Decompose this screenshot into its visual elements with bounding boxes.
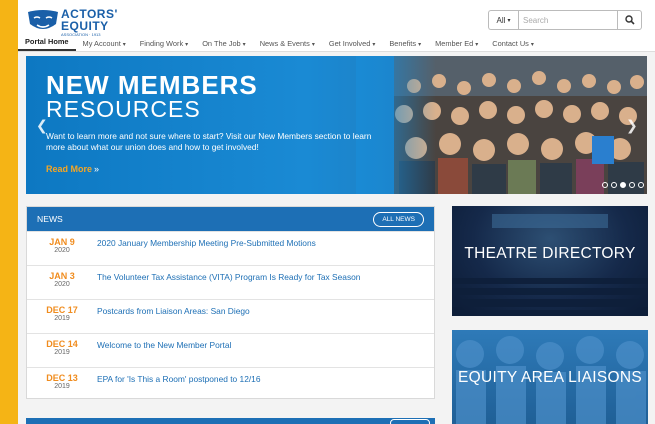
carousel-prev-button[interactable]: ❮ (36, 118, 48, 134)
caret-down-icon: ▾ (185, 42, 189, 48)
nav-label: Member Ed (435, 39, 474, 48)
all-news-button[interactable]: ALL NEWS (373, 211, 424, 227)
carousel-indicators (602, 182, 644, 188)
search-input[interactable] (518, 10, 618, 30)
news-item[interactable]: DEC 14 2019 Welcome to the New Member Por… (27, 333, 434, 367)
nav-benefits[interactable]: Benefits ▾ (382, 39, 428, 51)
equity-area-liaisons-tile[interactable]: EQUITY AREA LIAISONS (452, 330, 648, 424)
hero-carousel[interactable]: NEW MEMBERS RESOURCES Want to learn more… (26, 56, 647, 194)
news-headline-link[interactable]: Welcome to the New Member Portal (97, 339, 231, 350)
news-item[interactable]: JAN 9 2020 2020 January Membership Meetin… (27, 231, 434, 265)
news-date: DEC 17 2019 (27, 305, 97, 323)
hero-description: Want to learn more and not sure where to… (46, 131, 372, 153)
chevron-right-icon: ❯ (626, 118, 638, 134)
logo-wordmark: ACTORS' EQUITY ASSOCIATION · 1913 (61, 8, 118, 37)
theatre-directory-label: THEATRE DIRECTORY (464, 245, 636, 262)
search-scope-label: All (496, 15, 506, 25)
news-item[interactable]: JAN 3 2020 The Volunteer Tax Assistance (… (27, 265, 434, 299)
nav-label: My Account (82, 39, 121, 48)
news-date: JAN 9 2020 (27, 237, 97, 255)
nav-label: Portal Home (25, 37, 69, 46)
events-panel-header (26, 418, 435, 424)
news-header: NEWS ALL NEWS (27, 207, 434, 231)
hero-title-line-1: NEW MEMBERS (46, 70, 258, 100)
news-date-year: 2020 (54, 247, 70, 255)
hero-title-line-2: RESOURCES (46, 96, 201, 122)
hero-read-more-link[interactable]: Read More» (46, 164, 99, 174)
nav-get-involved[interactable]: Get Involved ▾ (322, 39, 383, 51)
news-date-year: 2019 (54, 315, 70, 323)
actors-equity-logo[interactable]: ACTORS' EQUITY ASSOCIATION · 1913 (26, 8, 122, 37)
theatre-directory-tile[interactable]: THEATRE DIRECTORY (452, 206, 648, 316)
news-headline-link[interactable]: Postcards from Liaison Areas: San Diego (97, 305, 250, 316)
news-date: DEC 13 2019 (27, 373, 97, 391)
caret-down-icon: ▾ (122, 42, 126, 48)
nav-finding-work[interactable]: Finding Work ▾ (133, 39, 195, 51)
read-more-label: Read More (46, 164, 93, 174)
carousel-dot-1[interactable] (602, 182, 608, 188)
masks-logo-icon (28, 10, 58, 29)
nav-my-account[interactable]: My Account ▾ (76, 39, 133, 51)
nav-news-events[interactable]: News & Events ▾ (253, 39, 322, 51)
chevron-left-icon: ❮ (36, 118, 48, 134)
news-date-day: DEC 14 (46, 339, 78, 349)
site-header: ACTORS' EQUITY ASSOCIATION · 1913 All ▾ … (18, 0, 655, 52)
equity-area-liaisons-label: EQUITY AREA LIAISONS (457, 369, 643, 386)
nav-contact-us[interactable]: Contact Us ▾ (485, 39, 541, 51)
news-date-day: JAN 9 (49, 237, 75, 247)
search-scope-select[interactable]: All ▾ (488, 10, 518, 30)
nav-label: News & Events (259, 39, 310, 48)
news-date-year: 2020 (54, 281, 70, 289)
portal-page: ACTORS' EQUITY ASSOCIATION · 1913 All ▾ … (18, 0, 655, 424)
news-date: JAN 3 2020 (27, 271, 97, 289)
news-title: NEWS (37, 214, 63, 224)
double-chevron-right-icon: » (94, 164, 100, 174)
chevron-down-icon: ▾ (507, 17, 511, 24)
news-date: DEC 14 2019 (27, 339, 97, 357)
caret-down-icon: ▾ (530, 42, 534, 48)
main-nav: Portal Home My Account ▾ Finding Work ▾ On… (18, 36, 655, 51)
news-date-year: 2019 (54, 349, 70, 357)
news-headline-link[interactable]: EPA for 'Is This a Room' postponed to 12… (97, 373, 261, 384)
nav-label: On The Job (202, 39, 241, 48)
search-icon (624, 15, 635, 25)
caret-down-icon: ▾ (372, 42, 376, 48)
news-headline-link[interactable]: 2020 January Membership Meeting Pre-Subm… (97, 237, 316, 248)
nav-label: Benefits (389, 39, 417, 48)
search-bar: All ▾ (488, 10, 642, 30)
nav-divider (18, 51, 655, 52)
search-button[interactable] (618, 10, 642, 30)
news-panel: NEWS ALL NEWS JAN 9 2020 2020 January Mem… (26, 206, 435, 399)
nav-member-ed[interactable]: Member Ed ▾ (428, 39, 485, 51)
nav-portal-home[interactable]: Portal Home (18, 37, 76, 51)
nav-on-the-job[interactable]: On The Job ▾ (195, 39, 253, 51)
caret-down-icon: ▾ (242, 42, 246, 48)
logo-line-2: EQUITY (61, 19, 109, 33)
carousel-dot-2[interactable] (611, 182, 617, 188)
carousel-dot-4[interactable] (629, 182, 635, 188)
hero-gradient (356, 56, 436, 194)
news-headline-link[interactable]: The Volunteer Tax Assistance (VITA) Prog… (97, 271, 360, 282)
carousel-next-button[interactable]: ❯ (626, 118, 638, 134)
nav-label: Finding Work (139, 39, 184, 48)
news-item[interactable]: DEC 13 2019 EPA for 'Is This a Room' post… (27, 367, 434, 401)
nav-label: Get Involved (328, 39, 371, 48)
caret-down-icon: ▾ (311, 42, 315, 48)
news-date-day: DEC 13 (46, 373, 78, 383)
nav-label: Contact Us (492, 39, 529, 48)
news-date-day: JAN 3 (49, 271, 75, 281)
caret-down-icon: ▾ (475, 42, 479, 48)
carousel-dot-5[interactable] (638, 182, 644, 188)
news-date-year: 2019 (54, 383, 70, 391)
events-panel-button[interactable] (390, 419, 430, 424)
news-item[interactable]: DEC 17 2019 Postcards from Liaison Areas:… (27, 299, 434, 333)
news-date-day: DEC 17 (46, 305, 78, 315)
caret-down-icon: ▾ (418, 42, 422, 48)
carousel-dot-3[interactable] (620, 182, 626, 188)
